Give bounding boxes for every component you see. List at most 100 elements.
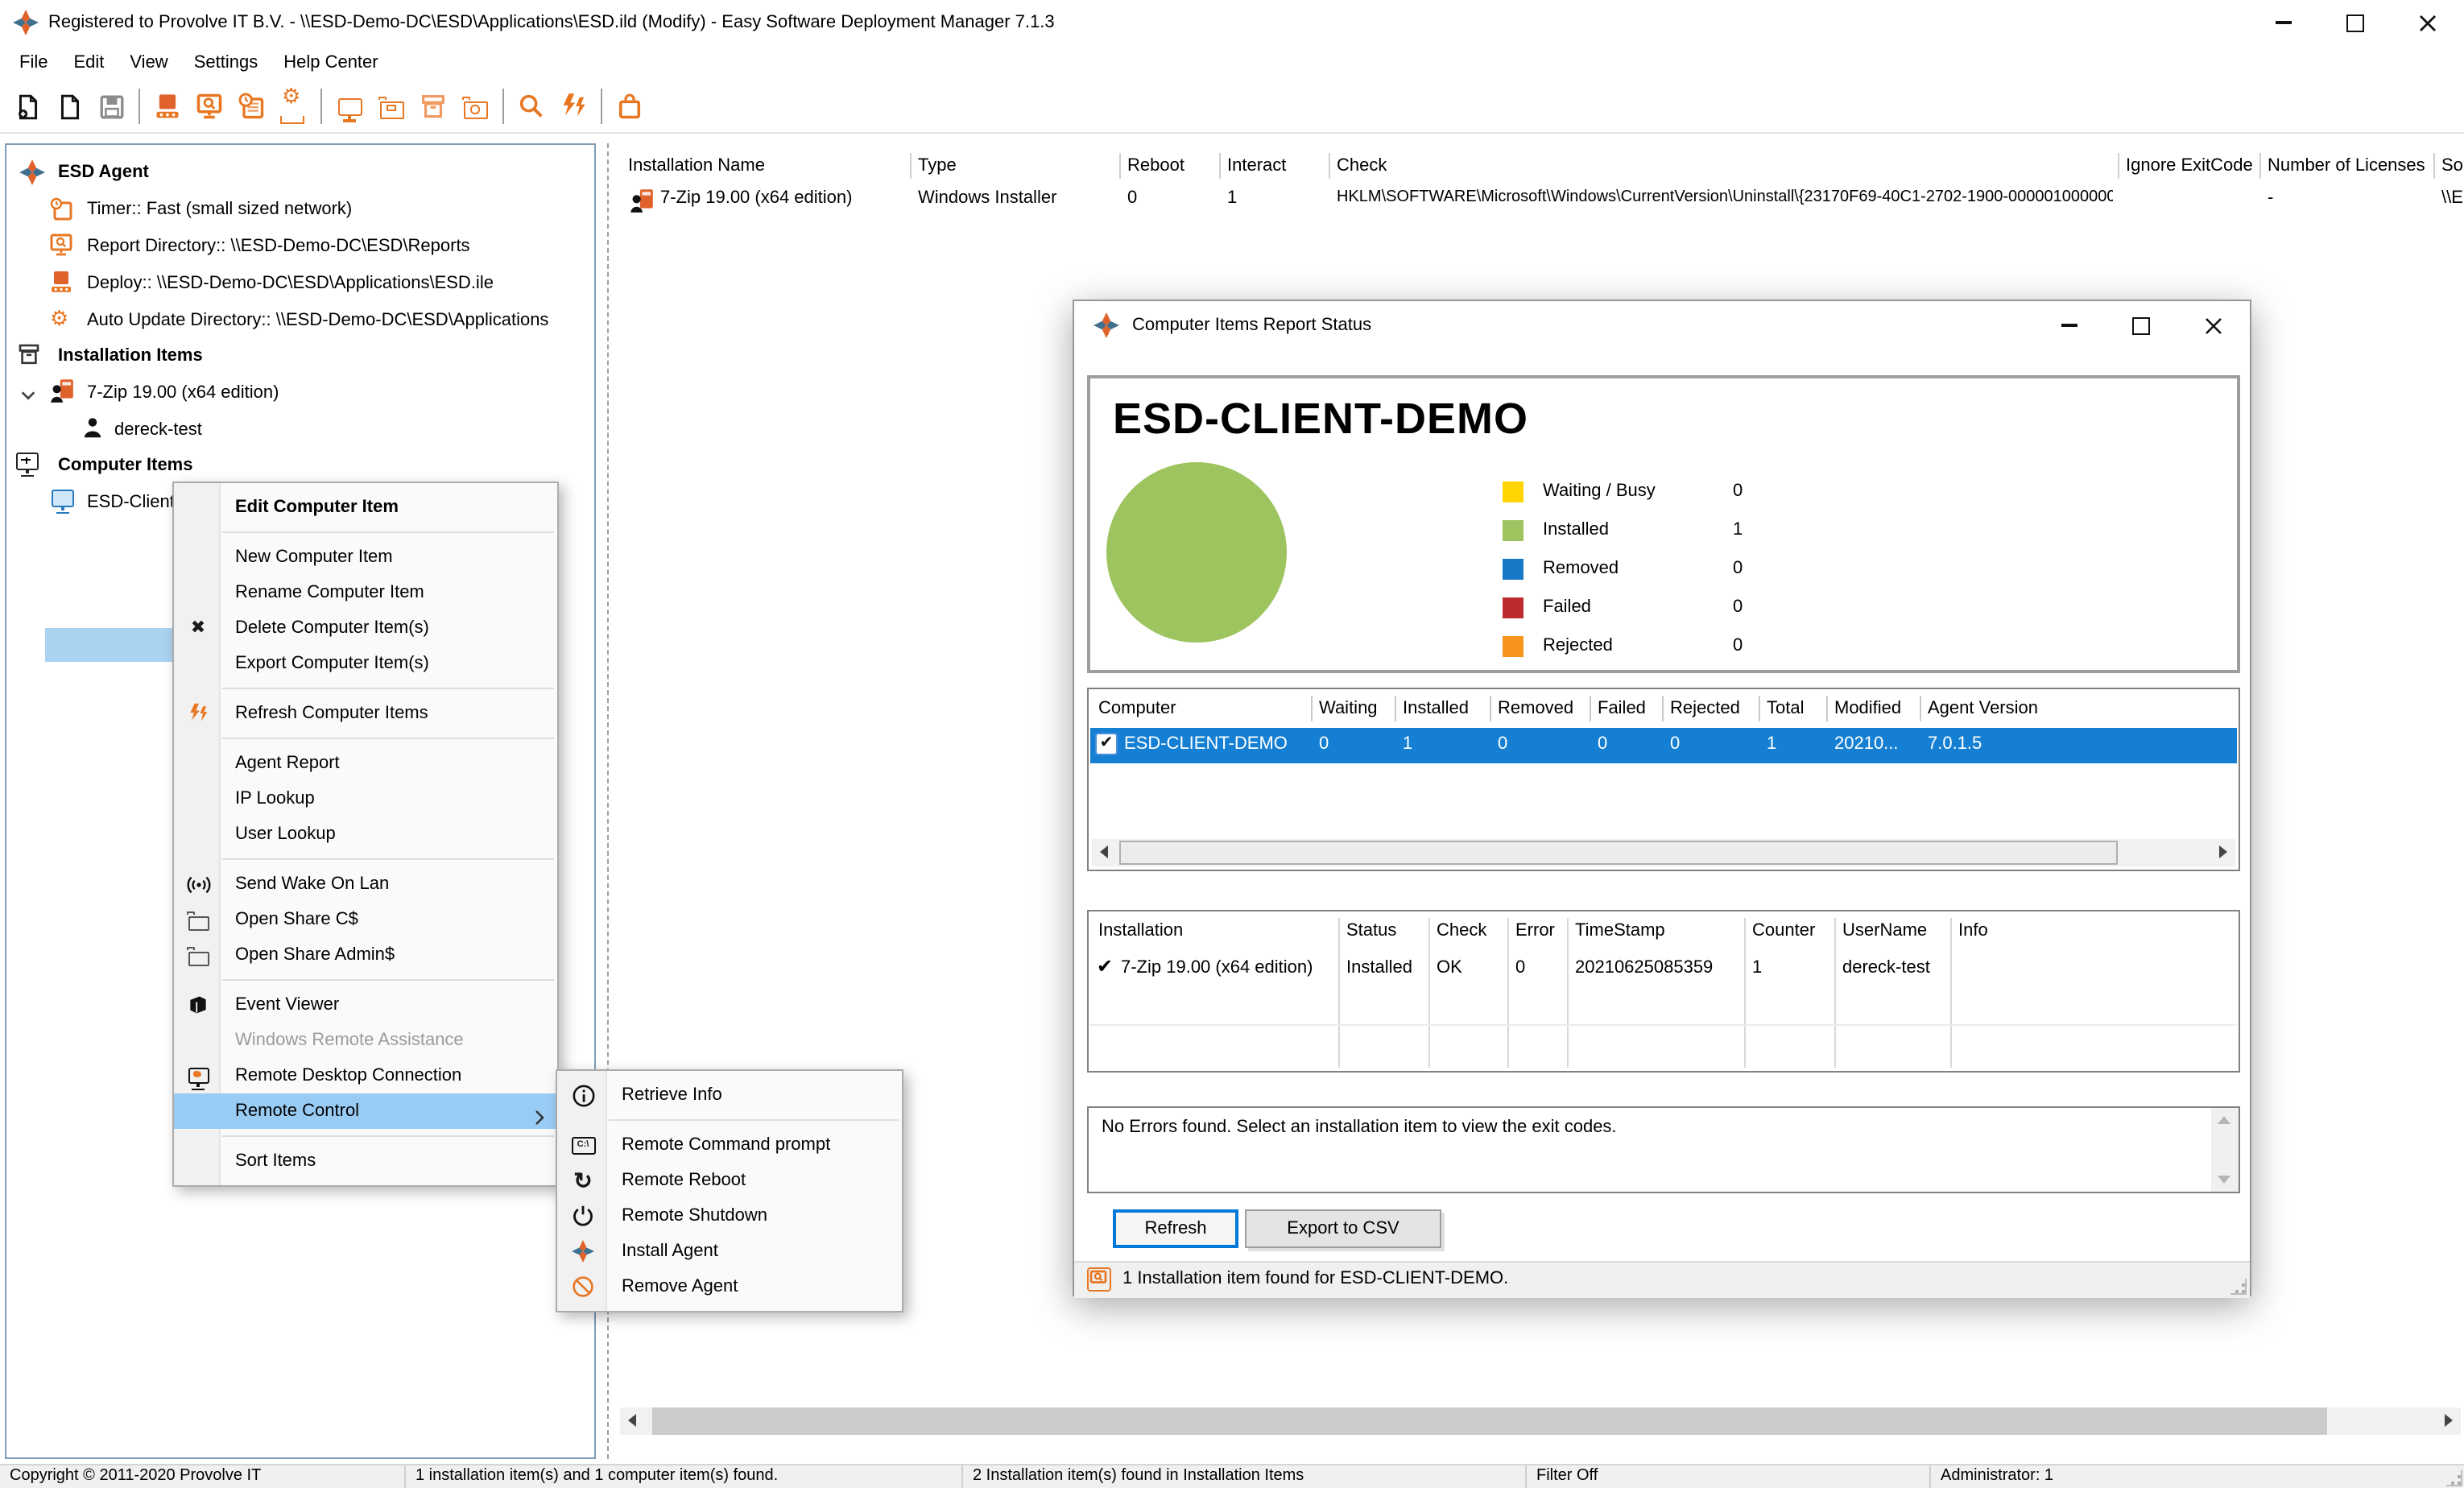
media-directory-icon[interactable]	[454, 85, 496, 127]
submenu-item-remote-shutdown[interactable]: Remote Shutdown	[557, 1198, 902, 1234]
submenu-item-remote-command-prompt[interactable]: C:\ Remote Command prompt	[557, 1127, 902, 1163]
chevron-down-icon[interactable]	[19, 383, 37, 415]
column-header-reboot[interactable]: Reboot	[1127, 148, 1214, 184]
menu-item-user-lookup[interactable]: User Lookup	[174, 816, 557, 852]
new-file-icon[interactable]	[48, 85, 90, 127]
menu-item-ip-lookup[interactable]: IP Lookup	[174, 781, 557, 816]
column-header-number-of-licenses[interactable]: Number of Licenses	[2268, 148, 2429, 184]
col-waiting[interactable]: Waiting	[1313, 689, 1396, 728]
col-check[interactable]: Check	[1430, 911, 1509, 950]
menu-item-rename-computer-item[interactable]: Rename Computer Item	[174, 575, 557, 610]
tree-item-report-directory[interactable]: Report Directory:: \\ESD-Demo-DC\ESD\Rep…	[48, 230, 470, 262]
installation-row[interactable]: ✔ 7-Zip 19.00 (x64 edition) Installed OK…	[1090, 953, 2237, 986]
column-header-installation-name[interactable]: Installation Name	[628, 148, 905, 184]
column-header-type[interactable]: Type	[918, 148, 1114, 184]
auto-update-icon[interactable]: ⚙	[272, 85, 314, 127]
col-installation[interactable]: Installation	[1092, 911, 1340, 950]
search-icon[interactable]	[511, 85, 552, 127]
submenu-item-remote-reboot[interactable]: ↻ Remote Reboot	[557, 1163, 902, 1198]
menu-file[interactable]: File	[6, 45, 60, 81]
submenu-item-retrieve-info[interactable]: Retrieve Info	[557, 1077, 902, 1113]
tree-item-timer[interactable]: Timer:: Fast (small sized network)	[48, 193, 352, 225]
deploy-icon[interactable]	[147, 85, 188, 127]
close-button[interactable]	[2392, 0, 2464, 45]
submenu-item-remove-agent[interactable]: Remove Agent	[557, 1269, 902, 1304]
tree-item-computer-items[interactable]: Computer Items	[16, 449, 193, 482]
scroll-left-arrow[interactable]	[628, 1414, 636, 1427]
computer-check-icon[interactable]: ✔	[1095, 733, 1118, 755]
menu-item-open-share-c[interactable]: Open Share C$	[174, 902, 557, 937]
tree-item-deploy[interactable]: Deploy:: \\ESD-Demo-DC\ESD\Applications\…	[48, 267, 494, 300]
menu-item-sort-items[interactable]: Sort Items	[174, 1143, 557, 1179]
computer-row-selected[interactable]: ✔ ESD-CLIENT-DEMO 0 1 0 0 0 1 20210... 7…	[1090, 728, 2237, 763]
maximize-button[interactable]	[2319, 0, 2392, 45]
installation-archive-icon[interactable]	[412, 85, 454, 127]
submenu-item-install-agent[interactable]: Install Agent	[557, 1234, 902, 1269]
license-shop-icon[interactable]	[609, 85, 651, 127]
column-header-source[interactable]: So	[2441, 148, 2464, 184]
col-info[interactable]: Info	[1952, 911, 2226, 950]
col-removed[interactable]: Removed	[1491, 689, 1591, 728]
minimize-button[interactable]	[2247, 0, 2319, 45]
column-header-check[interactable]: Check	[1337, 148, 2106, 184]
col-total[interactable]: Total	[1760, 689, 1828, 728]
menu-item-agent-report[interactable]: Agent Report	[174, 746, 557, 781]
dialog-maximize-button[interactable]	[2105, 301, 2177, 349]
menu-item-new-computer-item[interactable]: New Computer Item	[174, 539, 557, 575]
horizontal-scrollbar[interactable]	[620, 1407, 2461, 1435]
refresh-button[interactable]: Refresh	[1113, 1209, 1238, 1248]
col-installed[interactable]: Installed	[1396, 689, 1491, 728]
menu-item-delete-computer-items[interactable]: ✖ Delete Computer Item(s)	[174, 610, 557, 646]
col-timestamp[interactable]: TimeStamp	[1569, 911, 1746, 950]
menu-item-remote-desktop-connection[interactable]: Remote Desktop Connection	[174, 1058, 557, 1093]
computer-directory-icon[interactable]	[370, 85, 412, 127]
col-rejected[interactable]: Rejected	[1664, 689, 1760, 728]
menu-item-remote-control[interactable]: Remote Control	[174, 1093, 557, 1129]
scroll-up-arrow[interactable]	[2218, 1116, 2230, 1124]
col-counter[interactable]: Counter	[1746, 911, 1836, 950]
menu-help-center[interactable]: Help Center	[271, 45, 391, 81]
tree-item-7zip[interactable]: 7-Zip 19.00 (x64 edition)	[19, 377, 279, 409]
col-error[interactable]: Error	[1509, 911, 1569, 950]
scroll-left-arrow[interactable]	[1100, 845, 1108, 858]
menu-item-send-wake-on-lan[interactable]: Send Wake On Lan	[174, 866, 557, 902]
scrollbar-thumb[interactable]	[1119, 841, 2118, 865]
new-installation-file-icon[interactable]	[6, 85, 48, 127]
menu-item-event-viewer[interactable]: Event Viewer	[174, 987, 557, 1023]
table-row[interactable]: 7-Zip 19.00 (x64 edition) Windows Instal…	[615, 184, 2464, 219]
col-modified[interactable]: Modified	[1828, 689, 1921, 728]
col-status[interactable]: Status	[1340, 911, 1430, 950]
dialog-minimize-button[interactable]	[2032, 301, 2105, 349]
menu-item-edit-computer-item[interactable]: Edit Computer Item	[174, 490, 557, 525]
save-icon[interactable]	[90, 85, 132, 127]
menu-settings[interactable]: Settings	[181, 45, 271, 81]
report-viewer-icon[interactable]	[188, 85, 230, 127]
tree-item-esd-agent[interactable]: ESD Agent	[19, 156, 149, 188]
menu-item-open-share-admin[interactable]: Open Share Admin$	[174, 937, 557, 973]
col-username[interactable]: UserName	[1836, 911, 1952, 950]
menu-edit[interactable]: Edit	[60, 45, 117, 81]
col-agent-version[interactable]: Agent Version	[1921, 689, 2227, 728]
resize-grip[interactable]	[2230, 1279, 2247, 1295]
computer-table-hscrollbar[interactable]	[1092, 839, 2235, 866]
column-header-interact[interactable]: Interact	[1227, 148, 1324, 184]
menu-view[interactable]: View	[117, 45, 180, 81]
menu-item-export-computer-items[interactable]: Export Computer Item(s)	[174, 646, 557, 681]
tree-item-dereck-test[interactable]: dereck-test	[81, 414, 202, 446]
resize-grip[interactable]	[2446, 1470, 2462, 1486]
message-vscrollbar[interactable]	[2211, 1108, 2239, 1192]
refresh-icon[interactable]	[552, 85, 594, 127]
computer-icon[interactable]	[329, 85, 370, 127]
col-computer[interactable]: Computer	[1092, 689, 1313, 728]
tree-item-installation-items[interactable]: Installation Items	[16, 340, 203, 372]
dialog-close-button[interactable]	[2177, 301, 2250, 349]
column-header-ignore-exitcode[interactable]: Ignore ExitCode	[2126, 148, 2255, 184]
scrollbar-thumb[interactable]	[652, 1407, 2327, 1435]
scroll-right-arrow[interactable]	[2219, 845, 2227, 858]
export-csv-button[interactable]: Export to CSV	[1245, 1209, 1441, 1248]
scroll-down-arrow[interactable]	[2218, 1176, 2230, 1184]
scroll-right-arrow[interactable]	[2445, 1414, 2453, 1427]
timer-icon[interactable]	[230, 85, 272, 127]
menu-item-refresh-computer-items[interactable]: Refresh Computer Items	[174, 696, 557, 731]
tree-item-auto-update[interactable]: ⚙ Auto Update Directory:: \\ESD-Demo-DC\…	[48, 304, 548, 337]
